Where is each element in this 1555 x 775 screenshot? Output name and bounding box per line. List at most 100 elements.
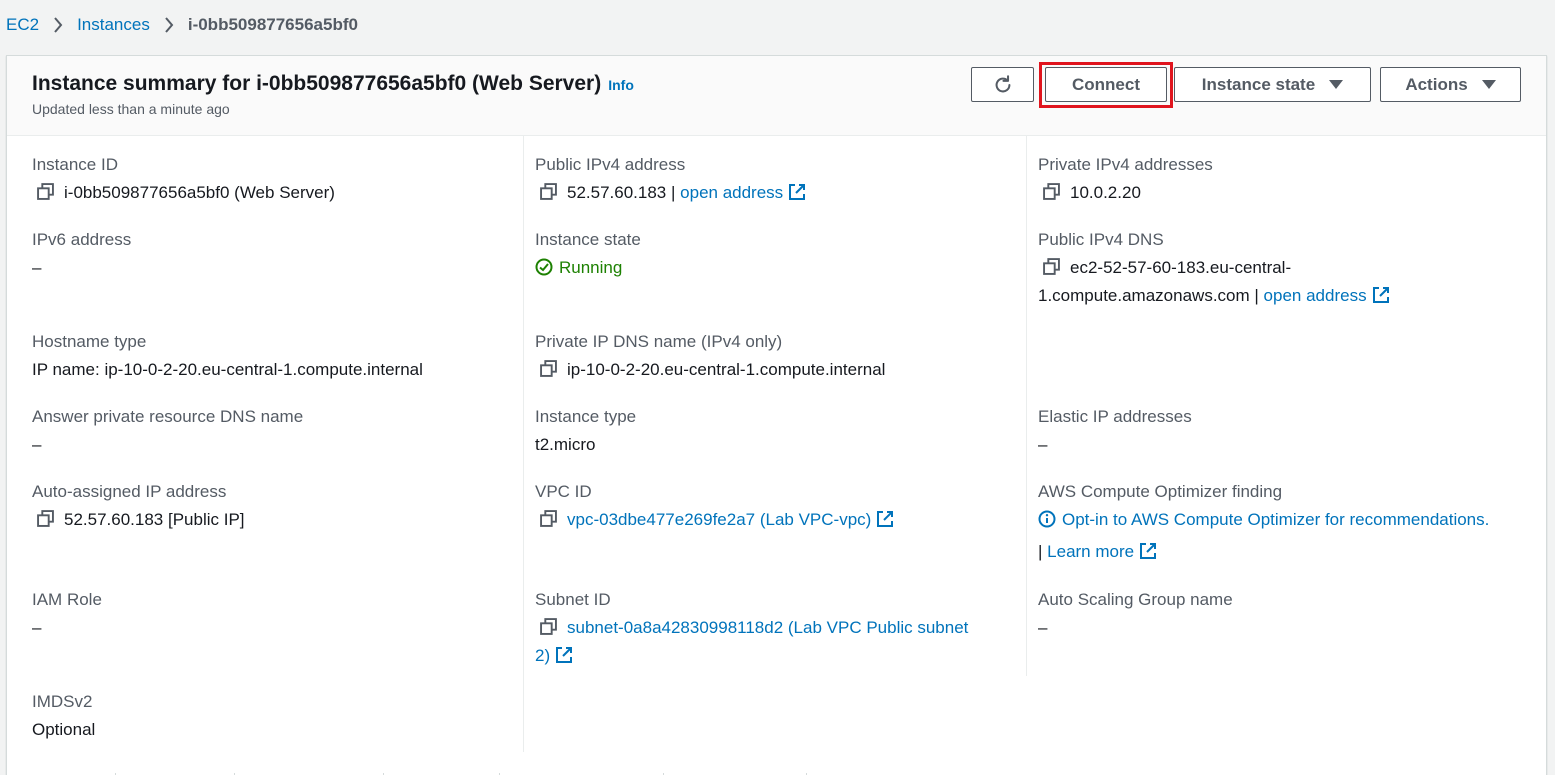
page-title: Instance summary for i-0bb509877656a5bf0… — [32, 72, 634, 96]
field-compute-optimizer: AWS Compute Optimizer finding Opt-in to … — [1038, 481, 1489, 566]
breadcrumb-current: i-0bb509877656a5bf0 — [187, 15, 358, 34]
separator: | — [671, 183, 676, 202]
learn-more-link[interactable]: Learn more — [1047, 542, 1134, 561]
field-answer-private-dns: Answer private resource DNS name – — [32, 406, 303, 459]
field-subnet-id: Subnet ID subnet-0a8a42830998118d2 (Lab … — [535, 589, 968, 670]
panel-header: Instance summary for i-0bb509877656a5bf0… — [7, 56, 1546, 136]
ipv6-value: – — [32, 258, 42, 277]
refresh-icon — [995, 74, 1010, 92]
field-label: VPC ID — [535, 482, 592, 501]
copy-icon[interactable] — [1043, 258, 1060, 275]
copy-icon[interactable] — [37, 510, 54, 527]
external-link-icon[interactable] — [876, 510, 894, 528]
field-label: Hostname type — [32, 332, 147, 351]
field-elastic-ip: Elastic IP addresses – — [1038, 406, 1192, 459]
info-link[interactable]: Info — [608, 77, 634, 93]
subnet-id-link-continued[interactable]: 2) — [535, 646, 550, 665]
actions-label: Actions — [1405, 74, 1468, 94]
copy-icon[interactable] — [540, 618, 557, 635]
field-label: IMDSv2 — [32, 692, 93, 711]
column-divider — [1026, 136, 1027, 676]
field-label: AWS Compute Optimizer finding — [1038, 482, 1283, 501]
field-label: Auto-assigned IP address — [32, 482, 227, 501]
auto-ip-value: 52.57.60.183 [Public IP] — [64, 510, 245, 529]
external-link-icon[interactable] — [555, 646, 573, 664]
instance-type-value: t2.micro — [535, 435, 596, 454]
answer-dns-value: – — [32, 435, 42, 454]
field-private-ipv4: Private IPv4 addresses 10.0.2.20 — [1038, 154, 1213, 207]
field-vpc-id: VPC ID vpc-03dbe477e269fe2a7 (Lab VPC-vp… — [535, 481, 894, 534]
caret-down-icon — [1481, 80, 1496, 89]
instance-id-value: i-0bb509877656a5bf0 (Web Server) — [64, 183, 335, 202]
title-text: Instance summary for i-0bb509877656a5bf0… — [32, 72, 602, 95]
asg-name-value: – — [1038, 618, 1048, 637]
public-ipv4-value: 52.57.60.183 — [567, 183, 667, 202]
check-circle-icon — [535, 258, 553, 276]
caret-down-icon — [1329, 80, 1344, 89]
column-divider — [523, 136, 524, 752]
copy-icon[interactable] — [540, 510, 557, 527]
info-circle-icon — [1038, 510, 1056, 528]
external-link-icon[interactable] — [788, 183, 806, 201]
separator: | — [1254, 286, 1259, 305]
external-link-icon[interactable] — [1139, 542, 1157, 560]
field-label: Auto Scaling Group name — [1038, 590, 1233, 609]
open-address-link[interactable]: open address — [680, 183, 783, 202]
chevron-right-icon — [165, 17, 174, 33]
optimizer-opt-in-link[interactable]: Opt-in to AWS Compute Optimizer for reco… — [1062, 510, 1489, 529]
field-label: Subnet ID — [535, 590, 611, 609]
public-dns-value: ec2-52-57-60-183.eu-central- — [1070, 258, 1292, 277]
vpc-id-link[interactable]: vpc-03dbe477e269fe2a7 (Lab VPC-vpc) — [567, 510, 871, 529]
field-label: Instance type — [535, 407, 637, 426]
field-hostname-type: Hostname type IP name: ip-10-0-2-20.eu-c… — [32, 331, 423, 384]
field-label: Elastic IP addresses — [1038, 407, 1192, 426]
field-public-ipv4: Public IPv4 address 52.57.60.183 | open … — [535, 154, 806, 207]
field-label: IPv6 address — [32, 230, 132, 249]
elastic-ip-value: – — [1038, 435, 1048, 454]
breadcrumb: EC2 Instances i-0bb509877656a5bf0 — [6, 14, 358, 36]
breadcrumb-instances[interactable]: Instances — [77, 15, 150, 35]
field-label: Public IPv4 DNS — [1038, 230, 1164, 249]
field-label: Instance ID — [32, 155, 118, 174]
copy-icon[interactable] — [540, 183, 557, 200]
instance-state-dropdown[interactable]: Instance state — [1174, 67, 1371, 102]
refresh-button[interactable] — [971, 67, 1034, 102]
field-ipv6-address: IPv6 address – — [32, 229, 131, 282]
field-label: Private IP DNS name (IPv4 only) — [535, 332, 783, 351]
instance-state-value: Running — [559, 258, 623, 277]
field-label: Public IPv4 address — [535, 155, 686, 174]
field-private-ip-dns: Private IP DNS name (IPv4 only) ip-10-0-… — [535, 331, 885, 384]
imdsv2-value: Optional — [32, 720, 96, 739]
field-imdsv2: IMDSv2 Optional — [32, 691, 95, 744]
subnet-id-link[interactable]: subnet-0a8a42830998118d2 (Lab VPC Public… — [567, 618, 968, 637]
copy-icon[interactable] — [1043, 183, 1060, 200]
external-link-icon[interactable] — [1372, 286, 1390, 304]
chevron-right-icon — [54, 17, 63, 33]
instance-state-label: Instance state — [1201, 74, 1316, 94]
copy-icon[interactable] — [540, 360, 557, 377]
hostname-type-value: IP name: ip-10-0-2-20.eu-central-1.compu… — [32, 360, 423, 379]
copy-icon[interactable] — [37, 183, 54, 200]
field-instance-id: Instance ID i-0bb509877656a5bf0 (Web Ser… — [32, 154, 335, 207]
field-label: Instance state — [535, 230, 641, 249]
separator: | — [1038, 542, 1043, 561]
field-auto-assigned-ip: Auto-assigned IP address 52.57.60.183 [P… — [32, 481, 245, 534]
field-instance-type: Instance type t2.micro — [535, 406, 636, 459]
field-public-ipv4-dns: Public IPv4 DNS ec2-52-57-60-183.eu-cent… — [1038, 229, 1390, 310]
private-dns-value: ip-10-0-2-20.eu-central-1.compute.intern… — [567, 360, 886, 379]
field-instance-state: Instance state Running — [535, 229, 641, 282]
open-address-link[interactable]: open address — [1264, 286, 1367, 305]
breadcrumb-ec2[interactable]: EC2 — [6, 15, 39, 35]
field-label: Answer private resource DNS name — [32, 407, 304, 426]
iam-role-value: – — [32, 618, 42, 637]
field-auto-scaling-group: Auto Scaling Group name – — [1038, 589, 1233, 642]
last-updated-text: Updated less than a minute ago — [32, 101, 230, 117]
private-ipv4-value: 10.0.2.20 — [1070, 183, 1141, 202]
connect-button[interactable]: Connect — [1045, 67, 1167, 102]
details-tabs-row — [7, 769, 1546, 775]
field-label: IAM Role — [32, 590, 102, 609]
instance-summary-panel: Instance summary for i-0bb509877656a5bf0… — [6, 55, 1547, 775]
actions-dropdown[interactable]: Actions — [1380, 67, 1521, 102]
field-label: Private IPv4 addresses — [1038, 155, 1213, 174]
public-dns-value-continued: 1.compute.amazonaws.com — [1038, 286, 1250, 305]
